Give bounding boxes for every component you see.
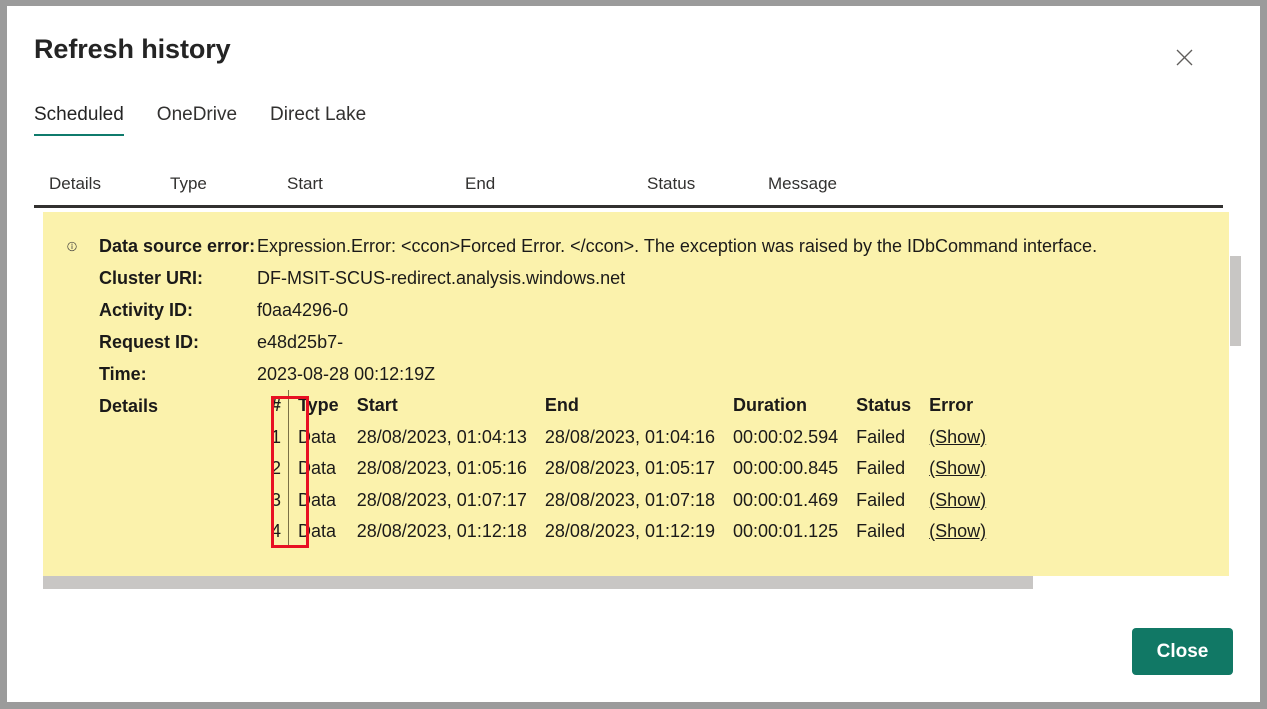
column-header-type: Type (170, 174, 207, 193)
tab-direct-lake[interactable]: Direct Lake (270, 104, 366, 136)
cell-start: 28/08/2023, 01:04:13 (356, 426, 527, 447)
cell-end: 28/08/2023, 01:04:16 (544, 426, 716, 447)
error-field-row: Cluster URI: DF-MSIT-SCUS-redirect.analy… (43, 262, 1229, 294)
th-type: Type (298, 395, 339, 415)
tab-scheduled-label: Scheduled (34, 104, 124, 125)
cell-status: Failed (856, 489, 906, 510)
th-duration: Duration (733, 395, 808, 415)
cell-duration: 00:00:02.594 (733, 426, 839, 447)
table-row: 2 Data 28/08/2023, 01:05:16 28/08/2023, … (257, 453, 995, 485)
th-number: # (257, 390, 290, 422)
info-circle-icon (43, 230, 77, 262)
tab-bar: Scheduled OneDrive Direct Lake (34, 104, 399, 136)
column-header-details: Details (49, 174, 101, 193)
cell-end: 28/08/2023, 01:05:17 (544, 458, 716, 478)
column-header-start: Start (287, 174, 323, 193)
show-error-link[interactable]: (Show) (929, 458, 986, 478)
th-error: Error (929, 395, 974, 415)
error-value-cluster-uri: DF-MSIT-SCUS-redirect.analysis.windows.n… (257, 268, 626, 288)
tab-onedrive-label: OneDrive (156, 104, 238, 125)
cell-status: Failed (856, 521, 906, 541)
error-value-request-id: e48d25b7- (257, 332, 344, 352)
cell-type: Data (298, 426, 337, 447)
cell-start: 28/08/2023, 01:07:17 (356, 489, 527, 510)
tab-scheduled[interactable]: Scheduled (34, 104, 124, 136)
tab-onedrive[interactable]: OneDrive (157, 104, 237, 136)
show-error-link[interactable]: (Show) (929, 521, 986, 541)
cell-error[interactable]: (Show) (920, 516, 995, 548)
error-label-data-source: Data source error: (99, 236, 256, 256)
error-value-data-source: Expression.Error: <ccon>Forced Error. </… (257, 236, 1098, 256)
column-header-row: Details Type Start End Status Message (34, 174, 1223, 206)
table-row: 4 Data 28/08/2023, 01:12:18 28/08/2023, … (257, 516, 995, 548)
show-error-link[interactable]: (Show) (929, 490, 986, 510)
error-label-cluster-uri: Cluster URI: (99, 268, 204, 288)
table-row: 1 Data 28/08/2023, 01:04:13 28/08/2023, … (257, 421, 995, 454)
cell-duration: 00:00:00.845 (733, 458, 839, 478)
column-header-end: End (465, 174, 496, 193)
error-detail-panel: Data source error: Expression.Error: <cc… (43, 212, 1229, 576)
cell-error[interactable]: (Show) (920, 453, 995, 485)
vertical-scrollbar-thumb[interactable] (1230, 256, 1241, 346)
cell-type: Data (298, 521, 337, 541)
horizontal-scrollbar-thumb[interactable] (43, 576, 1033, 589)
table-row: 3 Data 28/08/2023, 01:07:17 28/08/2023, … (257, 484, 995, 517)
error-label-details: Details (99, 396, 159, 416)
close-icon[interactable] (1167, 40, 1201, 74)
error-field-row: Activity ID: f0aa4296-0 (43, 294, 1229, 326)
cell-end: 28/08/2023, 01:12:19 (544, 521, 716, 541)
cell-type: Data (298, 458, 337, 478)
refresh-attempts-table: # Type Start End Duration Status Error 1 (257, 390, 996, 548)
page-title: Refresh history (34, 34, 231, 64)
error-details-section: Details # Type Start End Duration Status… (43, 390, 1229, 548)
error-value-time: 2023-08-28 00:12:19Z (257, 364, 436, 384)
cell-start: 28/08/2023, 01:12:18 (356, 521, 527, 541)
th-status: Status (856, 395, 912, 415)
cell-number: 1 (257, 421, 290, 453)
error-detail-content: Data source error: Expression.Error: <cc… (43, 212, 1229, 548)
cell-error[interactable]: (Show) (920, 485, 995, 517)
column-header-status: Status (647, 174, 696, 193)
cell-type: Data (298, 489, 337, 510)
error-field-row: Data source error: Expression.Error: <cc… (43, 230, 1229, 262)
close-button[interactable]: Close (1132, 628, 1233, 675)
th-start: Start (356, 395, 398, 415)
table-header-row: # Type Start End Duration Status Error (257, 390, 995, 422)
cell-error[interactable]: (Show) (920, 422, 995, 454)
error-label-activity-id: Activity ID: (99, 300, 194, 320)
th-end: End (544, 395, 579, 415)
cell-start: 28/08/2023, 01:05:16 (356, 458, 527, 478)
cell-status: Failed (856, 426, 906, 447)
cell-duration: 00:00:01.125 (733, 521, 839, 541)
header-divider (34, 205, 1223, 208)
error-label-time: Time: (99, 364, 147, 384)
cell-end: 28/08/2023, 01:07:18 (544, 489, 716, 510)
error-field-row: Request ID: e48d25b7- (43, 326, 1229, 358)
refresh-history-dialog: Refresh history Scheduled OneDrive Direc… (7, 6, 1260, 702)
cell-number: 3 (257, 484, 290, 516)
column-header-message: Message (768, 174, 837, 193)
error-value-activity-id: f0aa4296-0 (257, 300, 349, 320)
cell-number: 2 (257, 453, 290, 485)
tab-direct-lake-label: Direct Lake (270, 104, 367, 125)
cell-number: 4 (257, 516, 290, 548)
cell-status: Failed (856, 458, 906, 478)
cell-duration: 00:00:01.469 (733, 489, 839, 510)
show-error-link[interactable]: (Show) (929, 427, 986, 447)
error-field-row: Time: 2023-08-28 00:12:19Z (43, 358, 1229, 390)
error-label-request-id: Request ID: (99, 332, 200, 352)
